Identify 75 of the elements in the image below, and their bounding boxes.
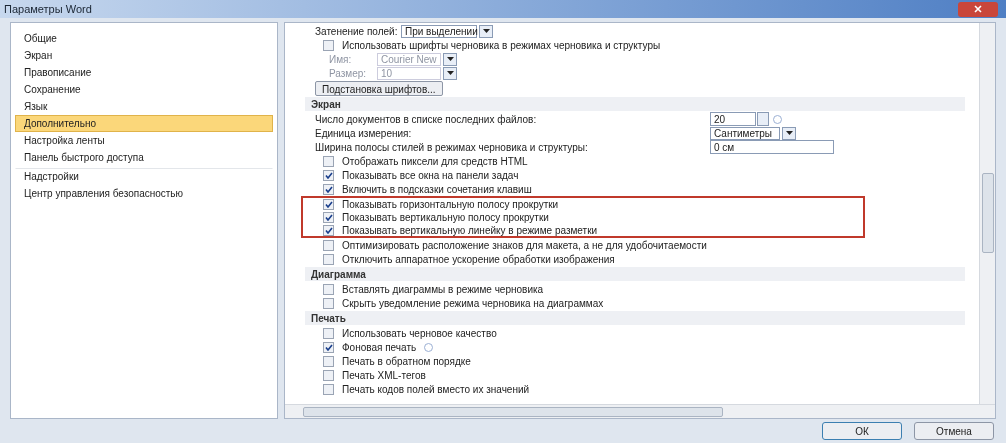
field-label: Ширина полосы стилей в режимах черновика и структуры: xyxy=(315,140,589,155)
checkbox-label: Оптимизировать расположение знаков для макета, а не для удобочитаемости xyxy=(342,238,707,253)
checkbox[interactable] xyxy=(323,239,334,251)
vertical-scrollbar[interactable] xyxy=(979,23,995,404)
sidebar-item[interactable]: Сохранение xyxy=(15,81,273,98)
checkbox-label: Скрыть уведомление режима черновика на диаграммах xyxy=(342,296,604,311)
checkbox-label: Показывать горизонтальную полосу прокрутки xyxy=(342,197,559,212)
checkbox[interactable] xyxy=(323,183,334,195)
dropdown-button[interactable] xyxy=(479,24,493,38)
checkbox[interactable] xyxy=(323,355,334,367)
dropdown-button[interactable] xyxy=(443,52,457,66)
checkbox-label: Показывать все окна на панели задач xyxy=(342,168,519,183)
section-header: Печать xyxy=(305,311,965,325)
sidebar-item[interactable]: Центр управления безопасностью xyxy=(15,185,273,202)
dialog-button[interactable]: Отмена xyxy=(914,422,994,440)
checkbox[interactable] xyxy=(323,297,334,309)
spin-button[interactable] xyxy=(757,112,769,126)
font-substitution-button[interactable]: Подстановка шрифтов... xyxy=(315,80,443,96)
field-label: Размер: xyxy=(329,66,368,81)
checkbox[interactable] xyxy=(323,327,334,339)
checkbox[interactable] xyxy=(323,198,334,210)
field-label: Единица измерения: xyxy=(315,126,413,141)
checkbox[interactable] xyxy=(323,169,334,181)
sidebar-item[interactable]: Правописание xyxy=(15,64,273,81)
sidebar-item[interactable]: Общие xyxy=(15,30,273,47)
checkbox-label: Отображать пиксели для средств HTML xyxy=(342,154,528,169)
scroll-thumb[interactable] xyxy=(981,173,994,253)
checkbox[interactable] xyxy=(323,341,334,353)
sidebar-item[interactable]: Надстройки xyxy=(15,168,273,185)
text-field[interactable]: 0 см xyxy=(710,140,834,154)
horizontal-scrollbar[interactable] xyxy=(285,404,995,418)
caret-icon xyxy=(446,57,454,61)
checkbox-label: Включить в подсказки сочетания клавиш xyxy=(342,182,532,197)
scroll-thumb[interactable] xyxy=(303,406,723,417)
checkmark-icon xyxy=(324,343,333,351)
dropdown-field[interactable]: Сантиметры xyxy=(710,126,780,140)
checkbox-label: Вставлять диаграммы в режиме черновика xyxy=(342,282,544,297)
caret-icon xyxy=(446,71,454,75)
checkbox[interactable] xyxy=(323,383,334,395)
close-icon xyxy=(974,5,982,13)
sidebar-item[interactable]: Экран xyxy=(15,47,273,64)
checkbox-label: Использовать шрифты черновика в режимах черновика и структуры xyxy=(342,38,661,53)
checkbox[interactable] xyxy=(323,283,334,295)
checkbox-label: Отключить аппаратное ускорение обработки изображения xyxy=(342,252,615,267)
dialog-button[interactable]: ОК xyxy=(822,422,902,440)
checkbox-label: Показывать вертикальную полосу прокрутки xyxy=(342,210,549,225)
field-label: Затенение полей: xyxy=(315,24,399,39)
caret-icon xyxy=(482,29,490,33)
checkbox[interactable] xyxy=(323,224,334,236)
field-label: Имя: xyxy=(329,52,353,67)
checkbox[interactable] xyxy=(323,253,334,265)
checkbox-label: Печать в обратном порядке xyxy=(342,354,471,369)
dropdown-button[interactable] xyxy=(443,66,457,80)
section-header: Экран xyxy=(305,97,965,111)
checkbox[interactable] xyxy=(323,211,334,223)
sidebar-item[interactable]: Настройка ленты xyxy=(15,132,273,149)
section-header: Диаграмма xyxy=(305,267,965,281)
checkbox-label: Печать XML-тегов xyxy=(342,368,426,383)
sidebar-item[interactable]: Панель быстрого доступа xyxy=(15,149,273,166)
checkbox-label: Использовать черновое качество xyxy=(342,326,497,341)
close-button[interactable] xyxy=(958,1,998,17)
checkbox-label: Печать кодов полей вместо их значений xyxy=(342,382,530,397)
checkbox-label: Фоновая печать xyxy=(342,340,417,355)
sidebar-item[interactable]: Язык xyxy=(15,98,273,115)
checkbox-label: Показывать вертикальную линейку в режиме разметки xyxy=(342,223,598,238)
caret-icon xyxy=(785,131,793,135)
sidebar-item[interactable]: Дополнительно xyxy=(15,115,273,132)
checkbox[interactable] xyxy=(323,155,334,167)
dropdown-button[interactable] xyxy=(782,126,796,140)
checkbox[interactable] xyxy=(323,39,334,51)
field-label: Число документов в списке последних файлов: xyxy=(315,112,538,127)
dropdown-field[interactable]: При выделении xyxy=(401,24,477,38)
checkbox[interactable] xyxy=(323,369,334,381)
number-field[interactable]: 20 xyxy=(710,112,756,126)
window-title: Параметры Word xyxy=(4,1,92,17)
